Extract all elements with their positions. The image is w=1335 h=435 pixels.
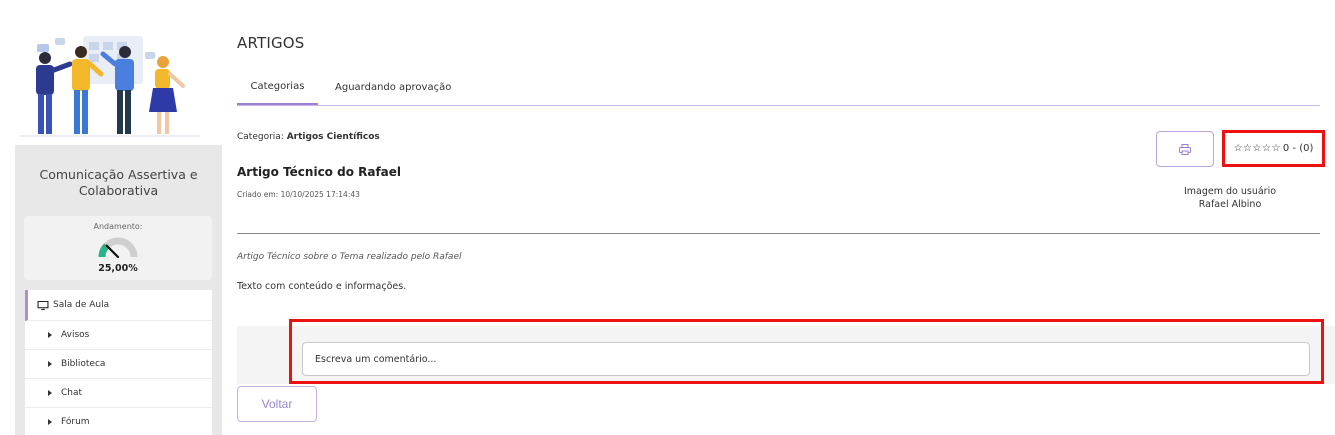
category-name: Artigos Científicos — [286, 132, 380, 142]
author-name: Rafael Albino — [1198, 199, 1262, 210]
sidebar-item-label: Sala de Aula — [53, 300, 110, 310]
sidebar-item-chat[interactable]: Chat — [25, 379, 212, 408]
sidebar-item-biblioteca[interactable]: Biblioteca — [25, 350, 212, 379]
tab-bar: Categorias Aguardando aprovação — [237, 70, 1320, 106]
print-button[interactable] — [1156, 131, 1214, 167]
monitor-icon — [37, 300, 49, 310]
caret-right-icon — [48, 361, 52, 367]
comment-input[interactable] — [302, 342, 1310, 376]
progress-label: Andamento: — [93, 222, 143, 231]
user-image: Imagem do usuário Rafael Albino — [1170, 185, 1290, 211]
article-summary: Artigo Técnico sobre o Tema realizado pe… — [237, 252, 462, 262]
rating-stars[interactable]: ☆☆☆☆☆ — [1234, 143, 1281, 154]
printer-icon — [1179, 143, 1191, 155]
tab-aguardando-aprovacao[interactable]: Aguardando aprovação — [335, 70, 455, 105]
user-image-alt: Imagem do usuário — [1183, 186, 1277, 197]
article-created-date: Criado em: 10/10/2025 17:14:43 — [237, 190, 360, 199]
progress-value: 25,00% — [98, 263, 138, 274]
sidebar-menu: Sala de Aula Avisos Biblioteca Chat Fóru… — [25, 290, 212, 435]
tab-categorias[interactable]: Categorias — [237, 70, 318, 105]
progress-box: Andamento: 25,00% — [24, 216, 212, 280]
caret-right-icon — [48, 390, 52, 396]
category-prefix: Categoria: — [237, 132, 284, 142]
sidebar-item-label: Chat — [61, 388, 83, 398]
sidebar-item-sala-de-aula[interactable]: Sala de Aula — [25, 290, 212, 321]
rating-text: 0 - (0) — [1282, 143, 1314, 154]
page-title: ARTIGOS — [237, 34, 305, 52]
sidebar-item-forum[interactable]: Fórum — [25, 408, 212, 435]
caret-right-icon — [48, 419, 52, 425]
back-button[interactable]: Voltar — [237, 386, 317, 422]
sidebar-item-avisos[interactable]: Avisos — [25, 321, 212, 350]
progress-gauge — [98, 237, 138, 259]
sidebar-item-label: Fórum — [61, 417, 90, 427]
sidebar-item-label: Biblioteca — [61, 359, 106, 369]
illustration — [15, 30, 205, 140]
article-title: Artigo Técnico do Rafael — [237, 165, 402, 179]
course-title: Comunicação Assertiva e Colaborativa — [39, 167, 198, 198]
sidebar-item-label: Avisos — [61, 330, 90, 340]
article-category: Categoria: Artigos Científicos — [237, 132, 380, 142]
article-content: Texto com conteúdo e informações. — [237, 281, 407, 292]
rating-highlight: ☆☆☆☆☆ 0 - (0) — [1222, 130, 1325, 167]
caret-right-icon — [48, 332, 52, 338]
divider — [237, 233, 1320, 234]
